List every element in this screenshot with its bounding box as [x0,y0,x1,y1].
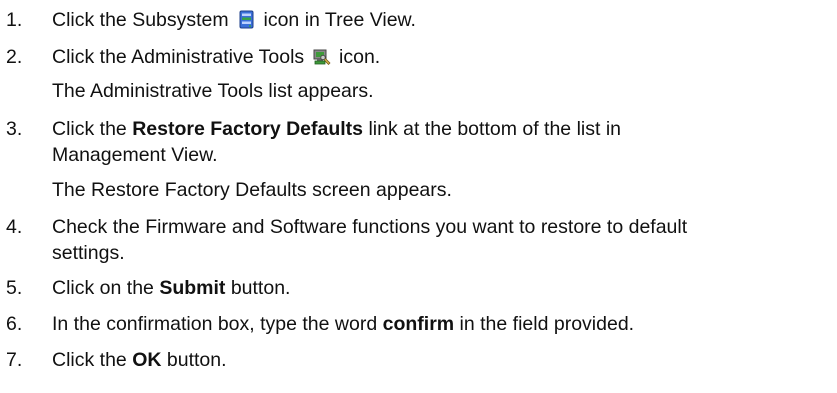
step-3-bold: Restore Factory Defaults [132,118,364,140]
step-7-text-before: Click the [52,349,127,371]
step-3-text: Click the Restore Factory Defaults link … [52,117,621,141]
step-3-text-before: Click the [52,118,127,140]
step-4-line2: settings. [52,242,125,264]
step-3-line2: Management View. [52,144,218,166]
step-1-text-before: Click the Subsystem [52,9,229,31]
step-2-note: The Administrative Tools list appears. [52,80,374,102]
step-4-number: 4. [6,216,23,238]
step-7-number: 7. [6,349,23,371]
step-4-text: Check the Firmware and Software function… [52,216,688,238]
step-5-text-after: button. [230,277,291,299]
step-7-text: Click the OK button. [52,348,227,372]
step-1-text-after: icon in Tree View. [263,9,416,31]
step-6-bold: confirm [382,313,455,335]
step-1-text: Click the Subsystem icon in Tree View. [52,8,416,32]
step-5-text-before: Click on the [52,277,154,299]
step-6-number: 6. [6,313,23,335]
step-5-text: Click on the Submit button. [52,276,290,300]
step-5-number: 5. [6,277,23,299]
step-3-text-after: link at the bottom of the list in [368,118,622,140]
step-3-number: 3. [6,118,23,140]
step-7-text-after: button. [166,349,227,371]
step-6-text-after: in the field provided. [459,313,635,335]
subsystem-icon [236,10,256,30]
step-2-text-before: Click the Administrative Tools [52,46,305,68]
step-3-note: The Restore Factory Defaults screen appe… [52,179,452,201]
step-2-text: Click the Administrative Tools icon. [52,45,380,69]
step-5-bold: Submit [159,277,226,299]
step-6-text: In the confirmation box, type the word c… [52,312,634,336]
step-7-bold: OK [132,349,162,371]
step-6-text-before: In the confirmation box, type the word [52,313,378,335]
step-2-number: 2. [6,46,23,68]
step-2-text-after: icon. [339,46,381,68]
administrative-tools-icon [312,47,332,67]
step-1-number: 1. [6,9,23,31]
